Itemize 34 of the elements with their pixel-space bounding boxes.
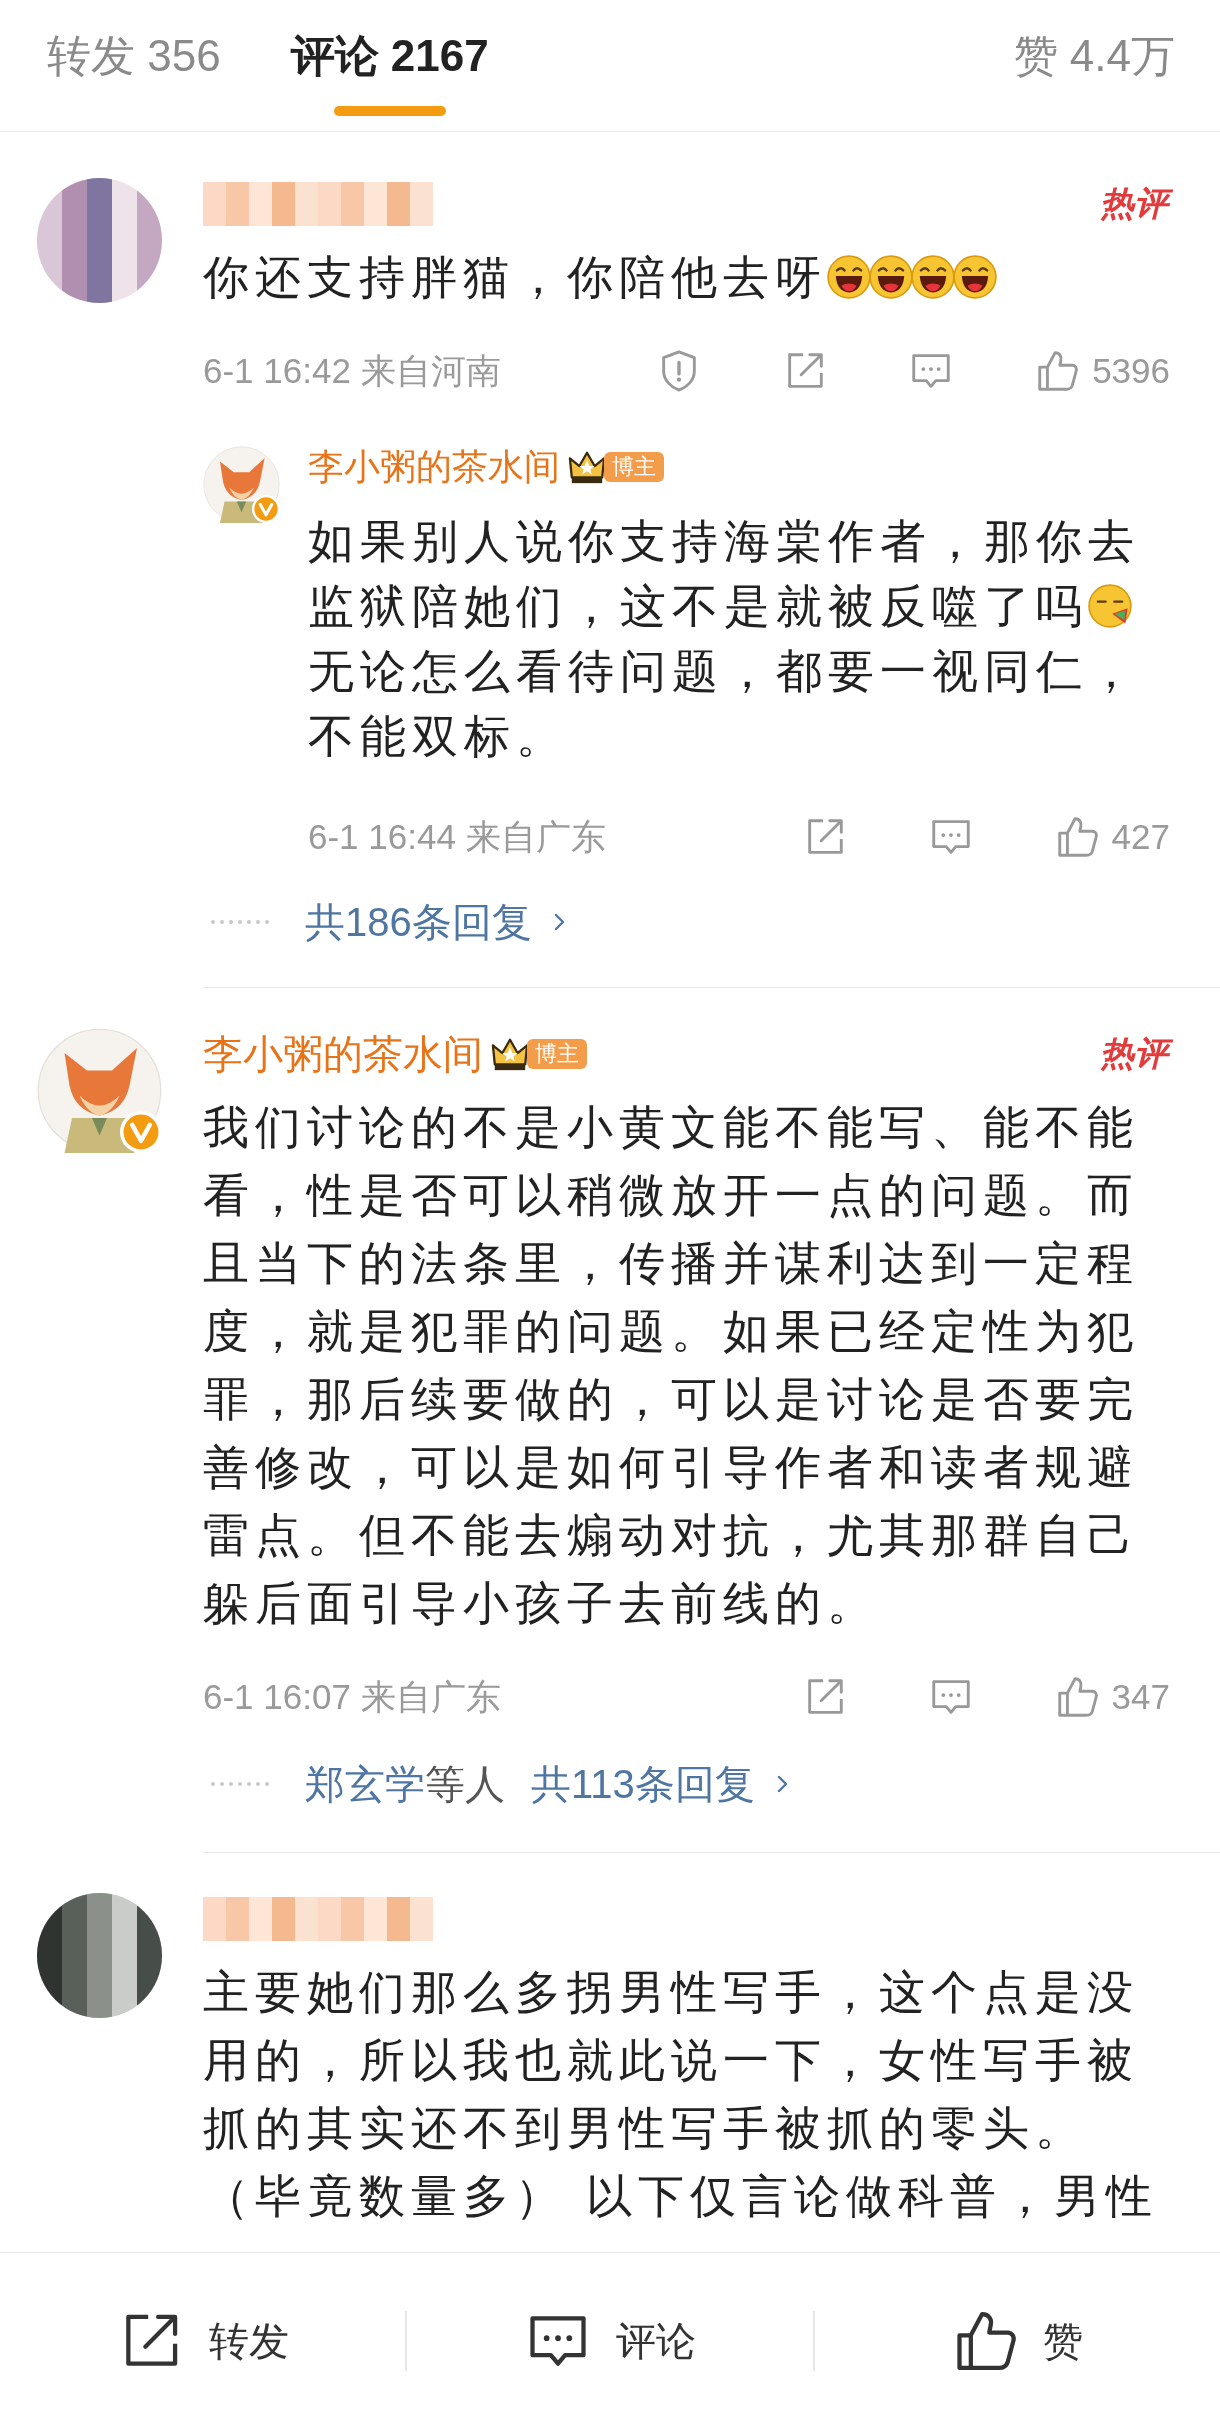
like-count: 347 [1111, 1675, 1170, 1718]
replies-label: 等人 [425, 1761, 505, 1808]
comment-text: 主要她们那么多拐男性写手，这个点是没 用的，所以我也就此说一下，女性写手被 抓的其实还不到男性写手被抓的零头。 （毕竟数量多） 以下仅言论做科普，男性 [203, 1965, 1159, 2224]
emoji-icon [953, 255, 997, 299]
tab[interactable]: 转发 356 [47, 0, 221, 116]
timestamp: 6-1 16:42 来自河南 [203, 349, 501, 392]
hot-comment-label: 热评 [1096, 180, 1176, 226]
comment-text: 你还支持胖猫，你陪他去呀 [203, 243, 1220, 311]
emoji-icon [1088, 584, 1132, 628]
dots-icon [210, 1781, 270, 1787]
comment-text: 如果别人说你支持海棠作者，那你去 监狱陪她们，这不是就被反噬了吗 无论怎么看待问题，都要一视同仁， 不能双标。 [308, 514, 1141, 764]
dots-icon [210, 919, 270, 925]
timestamp: 6-1 16:44 来自广东 [308, 815, 606, 858]
share-button[interactable]: 转发 [108, 2301, 297, 2381]
emoji-icon [827, 255, 871, 299]
like-count: 5396 [1092, 349, 1170, 392]
tab[interactable]: 评论 2167 [290, 0, 489, 116]
avatar[interactable] [37, 1028, 162, 1153]
user-name[interactable]: 李小粥的茶水间 [203, 1024, 483, 1084]
like-button[interactable]: 赞 [943, 2301, 1092, 2381]
comment-text: 我们讨论的不是小黄文能不能写、能不能 看，性是否可以稍微放开一点的问题。而 且当下的法条里，传播并谋利达到一定程 度，就是犯罪的问题。如果已经定性为犯 罪，那后续要做的，可以是讨论是否要完 善修改，可以是如何引导作者和读者规避 雷点。但不能去煽动对抗，尤其那群自己 躲后面引导小孩子去前线的。 [203, 1100, 1140, 1631]
hot-comment-label: 热评 [1096, 1030, 1176, 1076]
emoji-icon [911, 255, 955, 299]
role-badge: 博主 [604, 452, 664, 482]
like-count: 427 [1111, 815, 1170, 858]
comment-button[interactable]: 评论 [516, 2301, 704, 2381]
role-badge: 博主 [527, 1039, 587, 1069]
tab[interactable]: 赞 4.4万 [1013, 0, 1175, 116]
timestamp: 6-1 16:07 来自广东 [203, 1675, 501, 1718]
replies-link[interactable]: 共186条回复 [305, 892, 532, 952]
user-name[interactable]: 李小粥的茶水间 [308, 440, 560, 494]
replies-link[interactable]: 共113条回复 [531, 1754, 755, 1814]
emoji-icon [869, 255, 913, 299]
user-link[interactable]: 郑玄学 [305, 1754, 425, 1814]
